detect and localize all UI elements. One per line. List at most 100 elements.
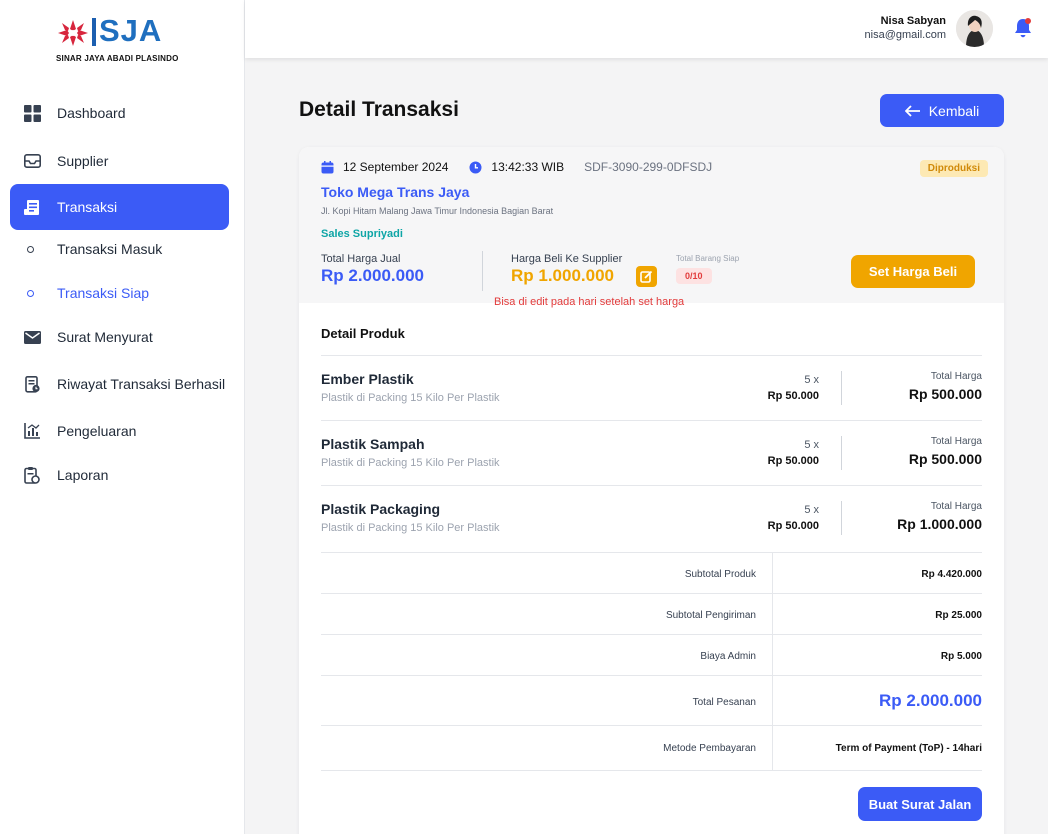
product-total-value: Rp 1.000.000: [897, 516, 982, 532]
divider: [841, 501, 842, 535]
product-quantity: 5 x: [804, 439, 819, 451]
summary-row: Subtotal Pengiriman Rp 25.000: [321, 593, 982, 634]
buy-price-label: Harga Beli Ke Supplier: [511, 253, 623, 265]
user-info[interactable]: Nisa Sabyan nisa@gmail.com: [865, 14, 946, 42]
product-total-value: Rp 500.000: [908, 451, 982, 467]
sidebar-item-supplier[interactable]: Supplier: [10, 138, 229, 184]
status-badge: Diproduksi: [919, 160, 988, 177]
sidebar-item-label: Laporan: [57, 467, 109, 483]
sidebar-item-label: Riwayat Transaksi Berhasil: [57, 376, 226, 392]
history-icon: [23, 375, 41, 393]
sidebar: SJA SINAR JAYA ABADI PLASINDO Dashboard …: [0, 0, 245, 834]
transaction-date: 12 September 2024: [343, 160, 449, 174]
product-unit-price: Rp 50.000: [767, 520, 819, 532]
back-button[interactable]: Kembali: [880, 94, 1004, 127]
product-quantity: 5 x: [804, 374, 819, 386]
sell-price-value: Rp 2.000.000: [321, 266, 425, 285]
user-name: Nisa Sabyan: [880, 15, 946, 27]
summary-label: Total Pesanan: [692, 697, 756, 708]
divider: [841, 371, 842, 405]
product-description: Plastik di Packing 15 Kilo Per Plastik: [321, 522, 500, 534]
logo-tagline: SINAR JAYA ABADI PLASINDO: [56, 54, 179, 63]
sidebar-item-laporan[interactable]: Laporan: [10, 452, 229, 498]
mail-icon: [23, 328, 41, 346]
store-name: Toko Mega Trans Jaya: [321, 184, 470, 200]
product-row[interactable]: Ember Plastik Plastik di Packing 15 Kilo…: [321, 355, 982, 420]
product-total-label: Total Harga: [930, 501, 982, 512]
summary-row: Total Pesanan Rp 2.000.000: [321, 675, 982, 725]
summary-value: Rp 5.000: [940, 651, 982, 662]
summary-label: Subtotal Produk: [684, 569, 756, 580]
bullet-icon: [27, 289, 34, 297]
sidebar-subitem-transaksi-siap[interactable]: Transaksi Siap: [27, 285, 149, 301]
sidebar-subitem-label: Transaksi Masuk: [57, 241, 163, 257]
receipt-icon: [23, 198, 41, 216]
notification-bell-icon[interactable]: [1014, 18, 1032, 38]
section-title: Detail Produk: [321, 326, 405, 341]
store-address: Jl. Kopi Hitam Malang Jawa Timur Indones…: [321, 206, 554, 216]
ready-items-count: 0/10: [676, 268, 712, 284]
transaction-summary: 12 September 2024 13:42:33 WIB SDF-3090-…: [299, 147, 1004, 303]
sidebar-item-pengeluaran[interactable]: Pengeluaran: [10, 408, 229, 454]
sidebar-item-label: Surat Menyurat: [57, 329, 153, 345]
arrow-left-icon: [904, 104, 920, 117]
summary-label: Biaya Admin: [700, 651, 756, 662]
sidebar-item-dashboard[interactable]: Dashboard: [10, 90, 229, 136]
product-name: Plastik Sampah: [321, 436, 425, 452]
chart-icon: [23, 422, 41, 440]
logo-divider: [92, 18, 96, 46]
sell-price-label: Total Harga Jual: [321, 253, 401, 265]
summary-row: Biaya Admin Rp 5.000: [321, 634, 982, 675]
back-button-label: Kembali: [928, 102, 980, 119]
inbox-icon: [23, 152, 41, 170]
sales-name: Sales Supriyadi: [321, 228, 403, 240]
product-total-value: Rp 500.000: [908, 386, 982, 402]
calendar-icon: [321, 160, 334, 173]
transaction-time: 13:42:33 WIB: [491, 160, 565, 174]
sidebar-item-label: Transaksi: [57, 199, 118, 215]
top-bar: Nisa Sabyan nisa@gmail.com: [245, 0, 1048, 58]
report-icon: [23, 466, 41, 484]
sidebar-item-label: Dashboard: [57, 105, 126, 121]
create-delivery-note-button[interactable]: Buat Surat Jalan: [858, 787, 982, 821]
sidebar-item-surat-menyurat[interactable]: Surat Menyurat: [10, 314, 229, 360]
clock-icon: [469, 161, 482, 173]
user-email: nisa@gmail.com: [864, 29, 946, 41]
summary-value: Rp 25.000: [935, 610, 982, 621]
edit-note: Bisa di edit pada hari setelah set harga: [494, 296, 685, 308]
sidebar-item-riwayat[interactable]: Riwayat Transaksi Berhasil: [10, 361, 229, 407]
product-description: Plastik di Packing 15 Kilo Per Plastik: [321, 392, 500, 404]
product-row[interactable]: Plastik Packaging Plastik di Packing 15 …: [321, 485, 982, 550]
product-row[interactable]: Plastik Sampah Plastik di Packing 15 Kil…: [321, 420, 982, 485]
buy-price-value: Rp 1.000.000: [511, 266, 615, 285]
edit-price-button[interactable]: [636, 266, 657, 287]
ready-items-label: Total Barang Siap: [676, 254, 740, 263]
brand-logo[interactable]: SJA SINAR JAYA ABADI PLASINDO: [56, 13, 196, 66]
sidebar-item-label: Pengeluaran: [57, 423, 137, 439]
product-quantity: 5 x: [804, 504, 819, 516]
sidebar-subitem-label: Transaksi Siap: [57, 285, 150, 301]
transaction-card: 12 September 2024 13:42:33 WIB SDF-3090-…: [299, 147, 1004, 834]
product-total-label: Total Harga: [930, 371, 982, 382]
sidebar-item-transaksi[interactable]: Transaksi: [10, 184, 229, 230]
divider: [841, 436, 842, 470]
summary-label: Metode Pembayaran: [663, 743, 756, 754]
grid-icon: [23, 104, 41, 122]
payment-method-value: Term of Payment (ToP) - 14hari: [835, 743, 982, 754]
divider: [321, 770, 982, 771]
sidebar-subitem-transaksi-masuk[interactable]: Transaksi Masuk: [27, 241, 162, 257]
transaction-code: SDF-3090-299-0DFSDJ: [584, 160, 713, 174]
product-name: Plastik Packaging: [321, 501, 441, 517]
logo-text: SJA: [99, 13, 163, 48]
edit-icon: [640, 270, 653, 283]
summary-row: Subtotal Produk Rp 4.420.000: [321, 552, 982, 593]
product-name: Ember Plastik: [321, 371, 414, 387]
page-title: Detail Transaksi: [299, 98, 459, 121]
summary-label: Subtotal Pengiriman: [665, 610, 756, 621]
set-buy-price-button[interactable]: Set Harga Beli: [851, 255, 975, 288]
summary-row: Metode Pembayaran Term of Payment (ToP) …: [321, 725, 982, 770]
product-description: Plastik di Packing 15 Kilo Per Plastik: [321, 457, 500, 469]
product-unit-price: Rp 50.000: [767, 455, 819, 467]
bullet-icon: [27, 245, 34, 253]
avatar[interactable]: [956, 10, 993, 47]
